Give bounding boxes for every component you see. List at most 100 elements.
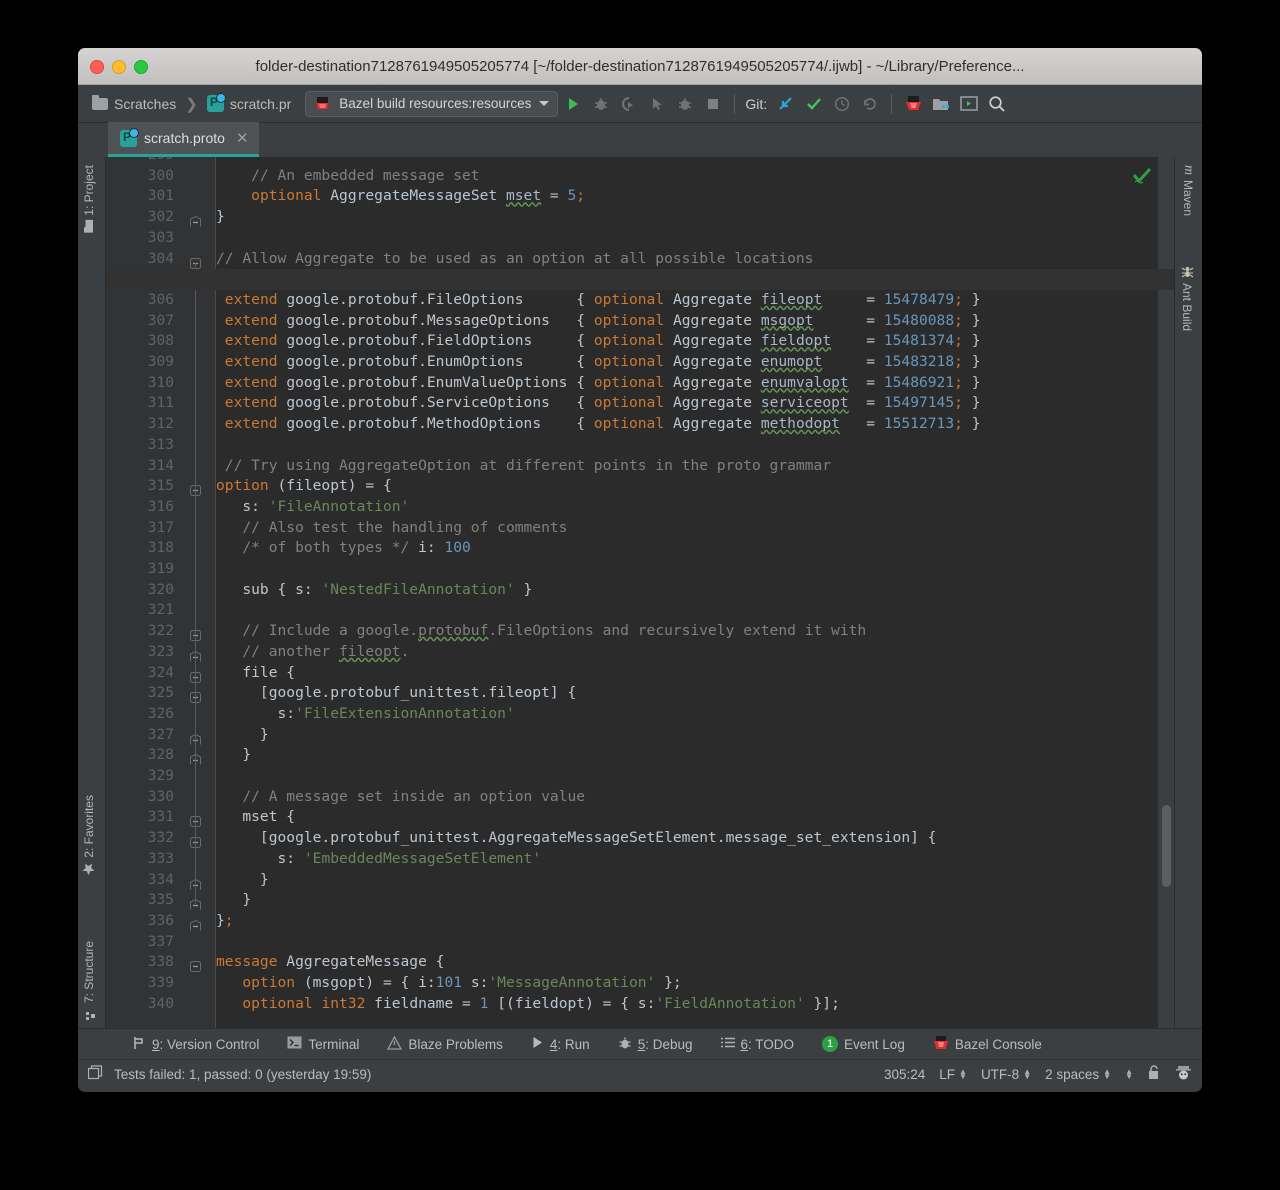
code-line[interactable]: sub { s: 'NestedFileAnnotation' }	[216, 580, 532, 601]
zoom-button[interactable]	[134, 60, 148, 74]
version-control-icon	[132, 1036, 146, 1053]
git-history-button[interactable]	[829, 91, 855, 117]
code-line[interactable]: extend google.protobuf.EnumValueOptions …	[216, 373, 981, 394]
code-line[interactable]: optional int32 fieldname = 1 [(fieldopt)…	[216, 994, 840, 1015]
breadcrumb-scratches[interactable]: Scratches	[86, 93, 182, 115]
bottom-tool-debug[interactable]: 5: Debug	[604, 1033, 707, 1056]
attach-debugger-button[interactable]	[672, 91, 698, 117]
sidebar-item-project[interactable]: 1: Project	[82, 165, 96, 232]
code-token	[752, 353, 761, 370]
line-number: 312	[148, 414, 174, 435]
bottom-tool-event-log[interactable]: 1 Event Log	[808, 1033, 919, 1055]
code-line[interactable]: }	[216, 890, 251, 911]
close-icon[interactable]: ✕	[236, 129, 249, 147]
code-line[interactable]: }	[216, 745, 251, 766]
code-token: fieldname =	[365, 995, 479, 1012]
debug-button[interactable]	[588, 91, 614, 117]
code-line[interactable]: file {	[216, 663, 295, 684]
fold-end-icon[interactable]	[190, 916, 201, 927]
code-line[interactable]: option (fileopt) = {	[216, 476, 392, 497]
git-commit-button[interactable]	[801, 91, 827, 117]
code-line[interactable]: // Also test the handling of comments	[216, 518, 567, 539]
code-token: AggregateMessage {	[278, 953, 445, 970]
tool-label: : Run	[557, 1037, 589, 1052]
minimize-button[interactable]	[112, 60, 126, 74]
code-line[interactable]: extend google.protobuf.EnumOptions { opt…	[216, 352, 981, 373]
code-token: 15481374	[884, 332, 954, 349]
fold-end-icon[interactable]	[190, 212, 201, 223]
chevron-updown-icon[interactable]: ▲▼	[1125, 1069, 1133, 1079]
bottom-tool-version-control[interactable]: 9: Version Control	[118, 1033, 273, 1056]
code-line[interactable]: }	[216, 725, 269, 746]
bottom-tool-bazel-console[interactable]: Bazel Console	[919, 1032, 1056, 1056]
code-line[interactable]: // Include a google.protobuf.FileOptions…	[216, 621, 866, 642]
line-separator-selector[interactable]: LF ▲▼	[939, 1067, 967, 1082]
code-line[interactable]: };	[216, 911, 234, 932]
caret-position[interactable]: 305:24	[884, 1067, 925, 1082]
code-line[interactable]: [google.protobuf_unittest.AggregateMessa…	[216, 828, 936, 849]
encoding-selector[interactable]: UTF-8 ▲▼	[981, 1067, 1031, 1082]
code-line[interactable]: optional AggregateMessageSet mset = 5;	[216, 186, 585, 207]
code-editor[interactable]: 2993003013023033043053063073083093103113…	[106, 157, 1174, 1028]
unlocked-icon[interactable]	[1147, 1065, 1161, 1083]
code-token: 101	[436, 974, 462, 991]
code-token: google.protobuf.ServiceOptions	[286, 394, 550, 411]
bottom-tool-terminal[interactable]: Terminal	[273, 1033, 373, 1055]
run-configuration-selector[interactable]: Bazel build resources:resources	[305, 91, 558, 117]
run-with-coverage-button[interactable]	[616, 91, 642, 117]
code-line[interactable]: // another fileopt.	[216, 642, 409, 663]
code-line[interactable]: // A message set inside an option value	[216, 787, 585, 808]
code-token: 'FileExtensionAnnotation'	[295, 705, 515, 722]
attach-profiler-button[interactable]	[644, 91, 670, 117]
indent-selector[interactable]: 2 spaces ▲▼	[1045, 1067, 1111, 1082]
stop-button[interactable]	[700, 91, 726, 117]
breadcrumb-scratch-proto[interactable]: scratch.pr	[201, 92, 297, 115]
tests-icon[interactable]	[88, 1065, 104, 1084]
bottom-tool-run[interactable]: 4: Run	[517, 1033, 604, 1055]
code-line[interactable]: // Try using AggregateOption at differen…	[216, 456, 831, 477]
code-line[interactable]: // An embedded message set	[216, 166, 480, 187]
editor-tab-scratch-proto[interactable]: scratch.proto ✕	[108, 122, 259, 157]
code-line[interactable]: [google.protobuf_unittest.fileopt] {	[216, 683, 576, 704]
window-controls[interactable]	[90, 60, 148, 74]
ide-window: folder-destination7128761949505205774 [~…	[78, 48, 1202, 1092]
scrollbar-thumb[interactable]	[1162, 805, 1171, 887]
chevron-down-icon[interactable]	[539, 101, 549, 106]
code-line[interactable]: mset {	[216, 807, 295, 828]
run-button[interactable]	[560, 91, 586, 117]
code-line[interactable]: }	[216, 870, 269, 891]
code-line[interactable]: message AggregateMessage {	[216, 952, 444, 973]
sidebar-item-structure[interactable]: 7: Structure	[82, 941, 96, 1020]
code-line[interactable]: s:'FileExtensionAnnotation'	[216, 704, 515, 725]
bottom-tool-blaze-problems[interactable]: Blaze Problems	[373, 1033, 517, 1056]
sidebar-item-ant-build[interactable]: Ant Build	[1180, 265, 1194, 331]
code-line[interactable]: extend google.protobuf.MessageOptions { …	[216, 311, 981, 332]
git-update-project-button[interactable]	[773, 91, 799, 117]
sidebar-item-favorites[interactable]: 2: Favorites	[82, 795, 96, 876]
code-line[interactable]: extend google.protobuf.FieldOptions { op…	[216, 331, 981, 352]
project-structure-button[interactable]	[928, 91, 954, 117]
code-line[interactable]: s: 'FileAnnotation'	[216, 497, 409, 518]
code-line[interactable]: extend google.protobuf.FileOptions { opt…	[216, 290, 981, 311]
code-token: ;	[954, 291, 963, 308]
code-token: }	[216, 746, 251, 763]
code-line[interactable]: extend google.protobuf.ServiceOptions { …	[216, 393, 981, 414]
inspection-status-icon[interactable]	[1132, 167, 1152, 189]
hector-icon[interactable]	[1175, 1065, 1192, 1084]
bottom-tool-todo[interactable]: 6: TODO	[707, 1034, 809, 1055]
code-line[interactable]: }	[216, 207, 225, 228]
code-token: msgopt	[761, 312, 814, 329]
bazel-console-button[interactable]	[900, 91, 926, 117]
code-line[interactable]: extend google.protobuf.MethodOptions { o…	[216, 414, 981, 435]
code-line[interactable]: /* of both types */ i: 100	[216, 538, 471, 559]
fold-collapse-icon[interactable]	[190, 957, 201, 968]
close-button[interactable]	[90, 60, 104, 74]
search-everywhere-button[interactable]	[984, 91, 1010, 117]
code-line[interactable]: // Allow Aggregate to be used as an opti…	[216, 249, 813, 270]
sidebar-item-maven[interactable]: m Maven	[1180, 165, 1196, 216]
terminal-button[interactable]	[956, 91, 982, 117]
code-line[interactable]: option (msgopt) = { i:101 s:'MessageAnno…	[216, 973, 682, 994]
git-rollback-button[interactable]	[857, 91, 883, 117]
code-line[interactable]: s: 'EmbeddedMessageSetElement'	[216, 849, 541, 870]
line-number: 340	[148, 994, 174, 1015]
